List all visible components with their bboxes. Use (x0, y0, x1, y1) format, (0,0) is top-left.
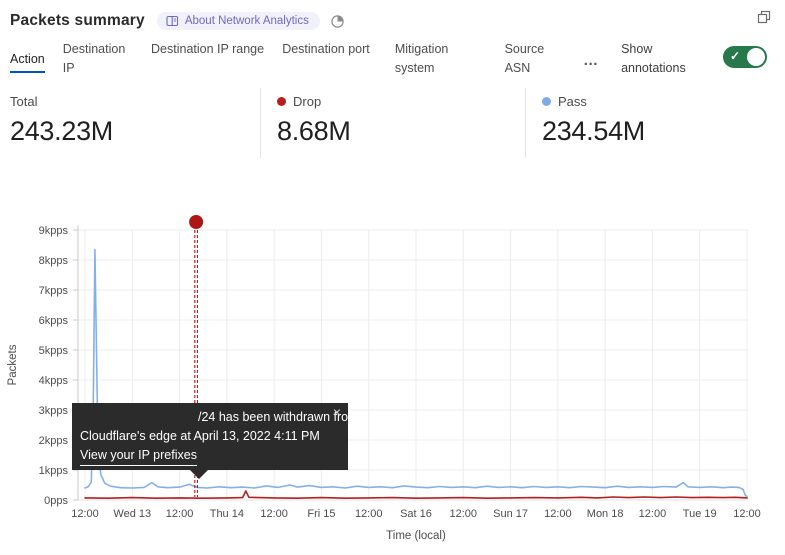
x-tick-label: 12:00 (260, 508, 288, 520)
stat-label: Pass (558, 94, 587, 109)
y-tick-label: 5kpps (39, 345, 69, 357)
y-tick-label: 4kpps (39, 375, 69, 387)
show-annotations-label: Show annotations (621, 40, 705, 79)
close-icon[interactable]: × (333, 405, 341, 419)
x-tick-label: 12:00 (355, 508, 383, 520)
y-tick-label: 2kpps (39, 435, 69, 447)
stat-total: Total 243.23M (10, 94, 113, 147)
tab-destination-ip-range[interactable]: Destination IP range (151, 40, 264, 62)
tab-source-asn[interactable]: Source ASN (505, 40, 566, 82)
x-tick-label: Sat 16 (400, 508, 432, 520)
stat-drop: Drop 8.68M (277, 94, 351, 147)
x-tick-label: Wed 13 (113, 508, 151, 520)
more-tabs-button[interactable]: … (583, 52, 599, 69)
x-tick-label: 12:00 (166, 508, 194, 520)
x-tick-label: Mon 18 (587, 508, 624, 520)
header: Packets summary About Network Analytics (0, 0, 785, 32)
x-tick-label: 12:00 (544, 508, 572, 520)
about-network-analytics-badge[interactable]: About Network Analytics (157, 12, 320, 30)
x-tick-label: Sun 17 (493, 508, 528, 520)
tab-action[interactable]: Action (10, 50, 45, 73)
packets-line-chart[interactable]: 0pps 1kpps 2kpps 3kpps 4kpps 5kpps 6kpps 7kpps 8… (0, 210, 785, 555)
expand-window-icon[interactable] (756, 9, 772, 25)
stat-value: 8.68M (277, 116, 351, 147)
time-period-icon[interactable] (330, 14, 345, 29)
about-badge-label: About Network Analytics (185, 15, 309, 27)
y-tick-label: 6kpps (39, 315, 69, 327)
y-tick-label: 8kpps (39, 255, 69, 267)
stat-label: Drop (293, 94, 321, 109)
show-annotations-toggle[interactable]: ✓ (723, 46, 767, 68)
drop-legend-dot (277, 97, 286, 106)
y-tick-label: 3kpps (39, 405, 69, 417)
packets-summary-card: Packets summary About Network Analytics (0, 0, 785, 555)
x-tick-label: 12:00 (639, 508, 667, 520)
book-icon (166, 15, 179, 27)
dimension-tabs: Action Destination IP Destination IP range… (0, 34, 785, 82)
view-ip-prefixes-link[interactable]: View your IP prefixes (80, 446, 197, 466)
x-tick-label: 12:00 (733, 508, 761, 520)
y-axis-title: Packets (7, 344, 19, 385)
tooltip-line2: Cloudflare's edge at April 13, 2022 4:11… (80, 427, 338, 446)
y-tick-label: 1kpps (39, 465, 69, 477)
annotation-dot (189, 215, 203, 229)
tooltip-line1: /24 has been withdrawn from (80, 408, 338, 427)
stat-value: 243.23M (10, 116, 113, 147)
annotation-tooltip: × /24 has been withdrawn from Cloudflare… (72, 403, 348, 470)
y-tick-label: 7kpps (39, 285, 69, 297)
check-icon: ✓ (730, 49, 740, 63)
x-tick-label: 12:00 (450, 508, 478, 520)
stat-pass: Pass 234.54M (542, 94, 645, 147)
stat-divider (260, 88, 261, 158)
tab-destination-port[interactable]: Destination port (282, 40, 377, 62)
tab-destination-ip[interactable]: Destination IP (63, 40, 133, 82)
tooltip-pointer (189, 469, 209, 479)
toggle-knob (747, 48, 765, 66)
tab-mitigation-system[interactable]: Mitigation system (395, 40, 487, 82)
stat-divider (525, 88, 526, 158)
x-tick-label: Tue 19 (683, 508, 717, 520)
pass-legend-dot (542, 97, 551, 106)
stat-label: Total (10, 94, 37, 109)
y-tick-label: 0pps (44, 495, 68, 507)
x-tick-label: Fri 15 (307, 508, 335, 520)
x-axis-title: Time (local) (386, 530, 446, 542)
stat-value: 234.54M (542, 116, 645, 147)
x-tick-label: Thu 14 (210, 508, 244, 520)
page-title: Packets summary (10, 12, 145, 30)
x-tick-label: 12:00 (71, 508, 99, 520)
y-tick-label: 9kpps (39, 225, 69, 237)
stats-row: Total 243.23M Drop 8.68M Pass 234.54M (0, 88, 785, 166)
